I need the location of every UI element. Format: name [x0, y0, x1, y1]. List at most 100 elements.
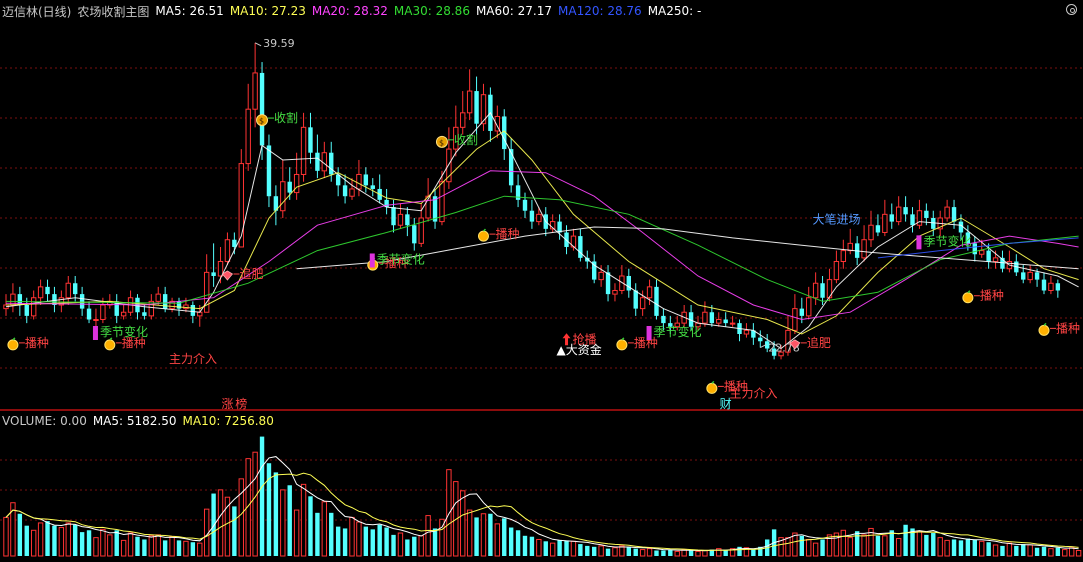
indicator-name[interactable]: 农场收割主图	[77, 3, 149, 20]
volume-bar	[17, 513, 23, 556]
stock-name[interactable]: 迈信林(日线)	[2, 3, 71, 20]
event-label: 涨	[221, 396, 233, 411]
candle-body	[329, 152, 334, 175]
annotation-label: 追肥	[807, 335, 831, 350]
volume-bar	[1041, 546, 1047, 556]
ma60-value: MA60: 27.17	[475, 4, 552, 18]
volume-bar	[315, 512, 320, 556]
volume-bar	[418, 535, 424, 557]
candle-body	[37, 286, 44, 299]
volume-bar	[65, 522, 71, 557]
volume-bars	[3, 436, 1082, 557]
candle-body	[155, 293, 161, 302]
volume-bar	[37, 522, 44, 557]
volume-bar	[1068, 547, 1075, 557]
candle-body	[245, 108, 251, 165]
volume-value[interactable]: VOLUME: 0.00	[2, 414, 87, 428]
candle-body	[812, 282, 819, 299]
orange-icon	[706, 382, 718, 394]
candle-body	[142, 312, 147, 316]
candle-body	[605, 272, 611, 295]
volume-bar	[148, 535, 155, 557]
volume-bar	[944, 539, 950, 557]
volume-bar	[370, 529, 375, 556]
volume-bar	[183, 540, 189, 557]
orange-icon	[7, 339, 19, 351]
settings-icon[interactable]	[1066, 4, 1077, 15]
volume-bar	[232, 506, 237, 556]
candle-body	[197, 311, 203, 317]
candle-body	[391, 207, 396, 226]
candle-body	[370, 185, 375, 189]
volume-bar	[356, 521, 362, 557]
volume-bar	[986, 542, 991, 556]
chart-canvas[interactable]: 39.5922.78$ 收割$ 收割播种 播种播种播种播种播种播种播种追肥追肥季节变化…	[0, 0, 1083, 558]
money-bag-symbol: $	[259, 117, 264, 126]
volume-bar	[702, 549, 708, 557]
candle-body	[211, 272, 216, 276]
candle-body	[951, 207, 957, 222]
volume-bar	[515, 530, 521, 556]
volume-bar	[45, 521, 50, 556]
volume-bar	[273, 472, 279, 556]
volume-bar	[425, 515, 431, 557]
orange-leaf	[621, 337, 625, 341]
volume-bar	[937, 537, 943, 557]
candle-body	[1055, 283, 1061, 291]
candle-body	[300, 126, 307, 175]
candle-body	[986, 250, 991, 262]
candle-body	[190, 304, 196, 316]
volume-bar	[412, 536, 417, 556]
orange-leaf	[482, 228, 487, 232]
volume-bar	[924, 534, 929, 556]
candle-body	[709, 312, 715, 324]
volume-bar	[840, 529, 847, 557]
candle-body	[363, 174, 369, 186]
volume-bar	[536, 538, 542, 557]
stock-chart[interactable]: 39.59 22.78 $ 收割 $ 收割 播种 播种 播种 播种 播种 播种 播种 播种 追肥 追肥 季节变化…	[0, 0, 1083, 558]
candle-body	[536, 213, 542, 223]
volume-bar	[895, 538, 902, 557]
volume-bar	[889, 530, 894, 556]
ma30-value: MA30: 28.86	[393, 4, 470, 18]
volume-bar	[397, 532, 404, 557]
volume-bar	[654, 550, 659, 556]
volume-bar	[176, 540, 182, 556]
candle-body	[716, 318, 722, 324]
volume-bar	[107, 534, 113, 557]
candle-body	[646, 286, 653, 299]
volume-bar	[24, 525, 29, 556]
volume-bar	[30, 529, 37, 557]
high-price-label-marker	[254, 42, 262, 47]
volume-bar	[543, 541, 548, 556]
volume-bar	[812, 542, 819, 557]
volume-bar	[363, 526, 369, 556]
volume-bar	[238, 478, 244, 557]
volume-bar	[557, 540, 562, 556]
orange-leaf	[12, 337, 16, 341]
candle-body	[405, 214, 410, 226]
candle-body	[743, 329, 750, 335]
volume-bar	[308, 496, 313, 556]
ma-line-ma5	[5, 111, 1079, 350]
annotation-label: 主力介入	[730, 387, 778, 401]
volume-bar	[162, 540, 168, 556]
volume-bar	[293, 509, 300, 557]
volume-bar	[342, 528, 348, 556]
annotation-label: 追肥	[239, 266, 263, 281]
volume-bar	[751, 549, 756, 556]
annotation-label: 收割	[454, 132, 478, 147]
volume-bar	[3, 516, 9, 557]
candle-body	[992, 257, 999, 262]
candle-body	[799, 308, 804, 316]
candle-body	[1027, 271, 1033, 281]
candle-body	[806, 297, 812, 317]
candle-body	[944, 206, 950, 219]
volume-bar	[466, 509, 473, 557]
volume-bar	[633, 548, 638, 556]
candle-body	[723, 319, 728, 324]
candle-body	[1021, 272, 1026, 280]
annotation-label: 播种	[25, 336, 49, 350]
volume-bar	[785, 537, 791, 557]
ma20-value: MA20: 28.32	[311, 4, 388, 18]
